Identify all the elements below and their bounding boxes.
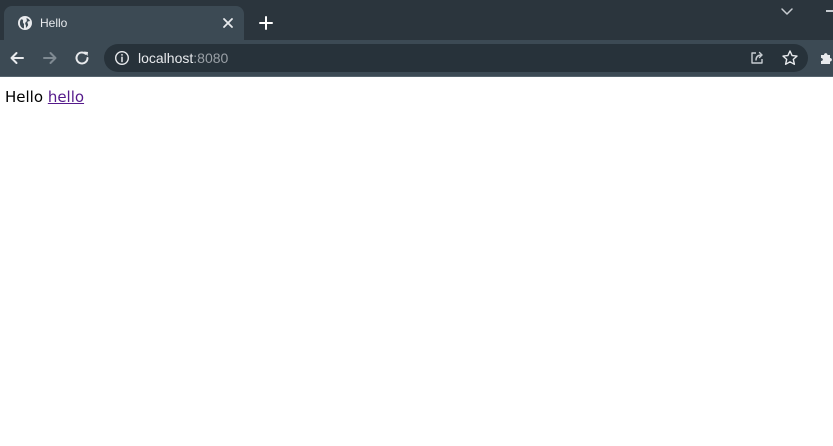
hello-text: Hello — [5, 88, 44, 106]
tab-strip: Hello — [0, 0, 833, 40]
page-content: Hello hello — [0, 77, 833, 446]
close-icon[interactable] — [220, 15, 236, 31]
page-body-text: Hello hello — [5, 88, 84, 106]
back-arrow-icon[interactable] — [8, 49, 26, 67]
globe-icon — [18, 16, 32, 30]
active-tab[interactable]: Hello — [4, 6, 244, 40]
new-tab-icon[interactable] — [257, 14, 275, 32]
address-bar[interactable]: localhost:8080 — [104, 44, 808, 72]
toolbar: localhost:8080 — [0, 40, 833, 76]
reload-icon[interactable] — [73, 49, 91, 67]
url-host: localhost — [138, 50, 194, 66]
extensions-puzzle-icon[interactable] — [818, 49, 833, 67]
bookmark-star-icon[interactable] — [781, 49, 799, 67]
url-port: :8080 — [193, 50, 229, 66]
url-text[interactable]: localhost:8080 — [138, 50, 228, 66]
hello-link[interactable]: hello — [48, 88, 84, 106]
minimize-icon[interactable] — [826, 10, 833, 12]
tab-title: Hello — [40, 16, 68, 30]
browser-window: Hello localhost:8080 Hello hello — [0, 0, 833, 446]
chevron-down-icon[interactable] — [779, 5, 795, 19]
forward-arrow-icon[interactable] — [41, 49, 59, 67]
info-icon[interactable] — [114, 50, 130, 66]
share-icon[interactable] — [749, 50, 765, 66]
